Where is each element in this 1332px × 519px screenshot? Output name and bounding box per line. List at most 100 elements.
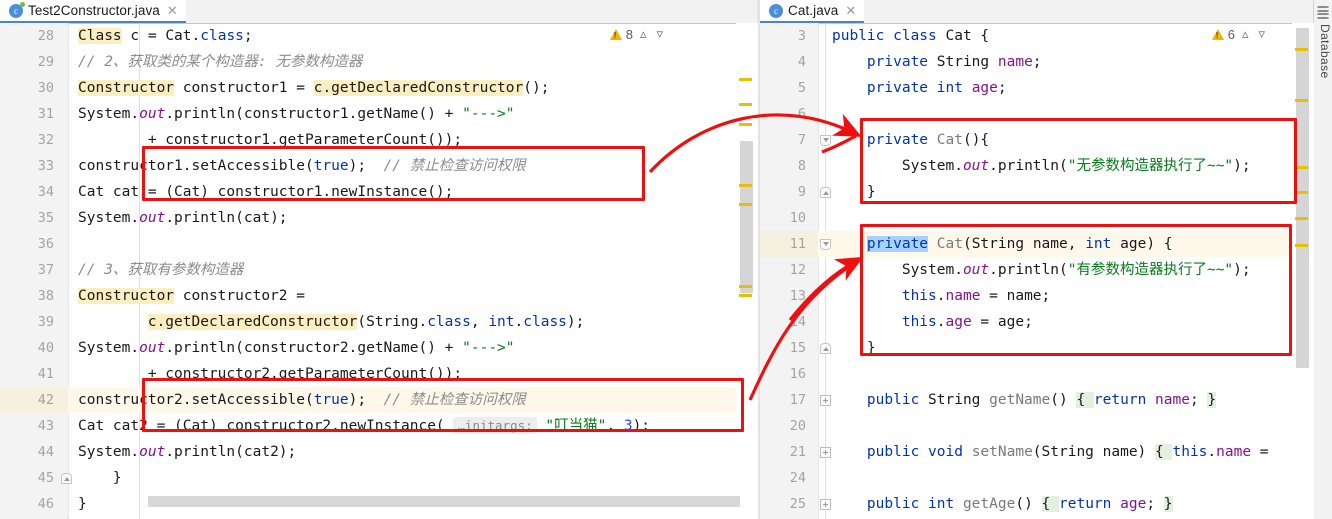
code-line[interactable]: 11 private Cat(String name, int age) { <box>760 231 1314 257</box>
scrollbar-thumb[interactable] <box>1296 28 1309 368</box>
code-text[interactable]: this.name = name; <box>818 283 1314 309</box>
close-icon[interactable]: ✕ <box>167 4 178 17</box>
line-number[interactable]: 43 <box>0 413 68 439</box>
scrollbar-left[interactable] <box>736 23 758 519</box>
code-line[interactable]: 12 System.out.println("有参数构造器执行了~~"); <box>760 257 1314 283</box>
code-line[interactable]: 35System.out.println(cat); <box>0 205 758 231</box>
code-line[interactable]: 25 public int getAge() { return age; } <box>760 491 1314 517</box>
code-text[interactable]: System.out.println(cat); <box>68 205 758 231</box>
code-text[interactable]: System.out.println(constructor2.getName(… <box>68 335 758 361</box>
code-text[interactable]: // 3、获取有参数构造器 <box>68 257 758 283</box>
code-line[interactable]: 44System.out.println(cat2); <box>0 439 758 465</box>
line-number[interactable]: 37 <box>0 257 68 283</box>
line-number[interactable]: 30 <box>0 75 68 101</box>
tool-window-button-database[interactable]: Database <box>1314 22 1332 79</box>
code-line[interactable]: 13 this.name = name; <box>760 283 1314 309</box>
fold-plus-icon[interactable] <box>820 447 831 458</box>
code-text[interactable]: Cat cat = (Cat) constructor1.newInstance… <box>68 179 758 205</box>
line-number[interactable]: 34 <box>0 179 68 205</box>
code-line[interactable]: 38Constructor constructor2 = <box>0 283 758 309</box>
chevron-up-icon[interactable]: ▵ <box>637 26 650 42</box>
code-line[interactable]: 40System.out.println(constructor2.getNam… <box>0 335 758 361</box>
chevron-down-icon[interactable]: ▿ <box>653 26 666 42</box>
code-line[interactable]: 34Cat cat = (Cat) constructor1.newInstan… <box>0 179 758 205</box>
code-line[interactable]: 17 public String getName() { return name… <box>760 387 1314 413</box>
line-number[interactable]: 17 <box>760 387 818 413</box>
code-line[interactable]: 37// 3、获取有参数构造器 <box>0 257 758 283</box>
line-number[interactable]: 44 <box>0 439 68 465</box>
line-number[interactable]: 42 <box>0 387 68 413</box>
code-line[interactable]: 45 } <box>0 465 758 491</box>
code-line[interactable]: 7 private Cat(){ <box>760 127 1314 153</box>
line-number[interactable]: 11 <box>760 231 818 257</box>
code-text[interactable]: } <box>68 465 758 491</box>
code-text[interactable]: constructor1.setAccessible(true); // 禁止检… <box>68 153 758 179</box>
code-rows-right[interactable]: 3public class Cat {4 private String name… <box>760 23 1314 519</box>
chevron-up-icon[interactable]: ▵ <box>1239 26 1252 42</box>
code-text[interactable]: Constructor constructor1 = c.getDeclared… <box>68 75 758 101</box>
code-text[interactable]: System.out.println(constructor1.getName(… <box>68 101 758 127</box>
code-line[interactable]: 21 public void setName(String name) { th… <box>760 439 1314 465</box>
line-number[interactable]: 21 <box>760 439 818 465</box>
code-text[interactable]: + constructor2.getParameterCount()); <box>68 361 758 387</box>
code-text[interactable]: private Cat(){ <box>818 127 1314 153</box>
code-line[interactable]: 39 c.getDeclaredConstructor(String.class… <box>0 309 758 335</box>
warning-marker[interactable] <box>1295 191 1308 194</box>
code-text[interactable]: public int getAge() { return age; } <box>818 491 1314 517</box>
line-number[interactable]: 16 <box>760 361 818 387</box>
code-line[interactable]: 16 <box>760 361 1314 387</box>
line-number[interactable]: 31 <box>0 101 68 127</box>
code-text[interactable]: public void setName(String name) { this.… <box>818 439 1314 465</box>
fold-plus-icon[interactable] <box>820 395 831 406</box>
code-line[interactable]: 32 + constructor1.getParameterCount()); <box>0 127 758 153</box>
line-number[interactable]: 41 <box>0 361 68 387</box>
line-number[interactable]: 24 <box>760 465 818 491</box>
line-number[interactable]: 45 <box>0 465 68 491</box>
code-line[interactable]: 8 System.out.println("无参数构造器执行了~~"); <box>760 153 1314 179</box>
code-text[interactable]: private Cat(String name, int age) { <box>818 231 1314 257</box>
code-text[interactable]: System.out.println(cat2); <box>68 439 758 465</box>
line-number[interactable]: 20 <box>760 413 818 439</box>
line-number[interactable]: 13 <box>760 283 818 309</box>
line-number[interactable]: 29 <box>0 49 68 75</box>
code-line[interactable]: 10 <box>760 205 1314 231</box>
code-text[interactable]: Constructor constructor2 = <box>68 283 758 309</box>
line-number[interactable]: 40 <box>0 335 68 361</box>
fold-arrow-dn-icon[interactable] <box>820 239 831 250</box>
chevron-down-icon[interactable]: ▿ <box>1255 26 1268 42</box>
warning-marker[interactable] <box>1295 217 1308 220</box>
code-line[interactable]: 20 <box>760 413 1314 439</box>
line-number[interactable]: 36 <box>0 231 68 257</box>
code-line[interactable]: 5 private int age; <box>760 75 1314 101</box>
close-icon[interactable]: ✕ <box>845 4 856 17</box>
horizontal-scrollbar-left[interactable] <box>148 496 740 507</box>
code-text[interactable]: public String getName() { return name; } <box>818 387 1314 413</box>
code-line[interactable]: 4 private String name; <box>760 49 1314 75</box>
code-line[interactable]: 43Cat cat2 = (Cat) constructor2.newInsta… <box>0 413 758 439</box>
scrollbar-right[interactable] <box>1292 23 1314 519</box>
line-number[interactable]: 4 <box>760 49 818 75</box>
code-text[interactable]: this.age = age; <box>818 309 1314 335</box>
code-line[interactable]: 30Constructor constructor1 = c.getDeclar… <box>0 75 758 101</box>
code-text[interactable]: System.out.println("无参数构造器执行了~~"); <box>818 153 1314 179</box>
line-number[interactable]: 33 <box>0 153 68 179</box>
code-text[interactable]: } <box>818 335 1314 361</box>
line-number[interactable]: 3 <box>760 23 818 49</box>
line-number[interactable]: 5 <box>760 75 818 101</box>
code-line[interactable]: 41 + constructor2.getParameterCount()); <box>0 361 758 387</box>
line-number[interactable]: 25 <box>760 491 818 517</box>
line-number[interactable]: 38 <box>0 283 68 309</box>
line-number[interactable]: 28 <box>0 23 68 49</box>
warning-marker[interactable] <box>739 294 752 297</box>
line-number[interactable]: 12 <box>760 257 818 283</box>
code-text[interactable]: Cat cat2 = (Cat) constructor2.newInstanc… <box>68 413 758 439</box>
fold-arrow-dn-icon[interactable] <box>820 135 831 146</box>
line-number[interactable]: 8 <box>760 153 818 179</box>
tab-test2constructor-java[interactable]: c Test2Constructor.java ✕ <box>0 0 186 23</box>
code-line[interactable]: 24 <box>760 465 1314 491</box>
warning-marker[interactable] <box>739 184 752 187</box>
code-line[interactable]: 31System.out.println(constructor1.getNam… <box>0 101 758 127</box>
code-text[interactable]: // 2、获取类的某个构造器: 无参数构造器 <box>68 49 758 75</box>
code-line[interactable]: 6 <box>760 101 1314 127</box>
warning-marker[interactable] <box>739 78 752 81</box>
